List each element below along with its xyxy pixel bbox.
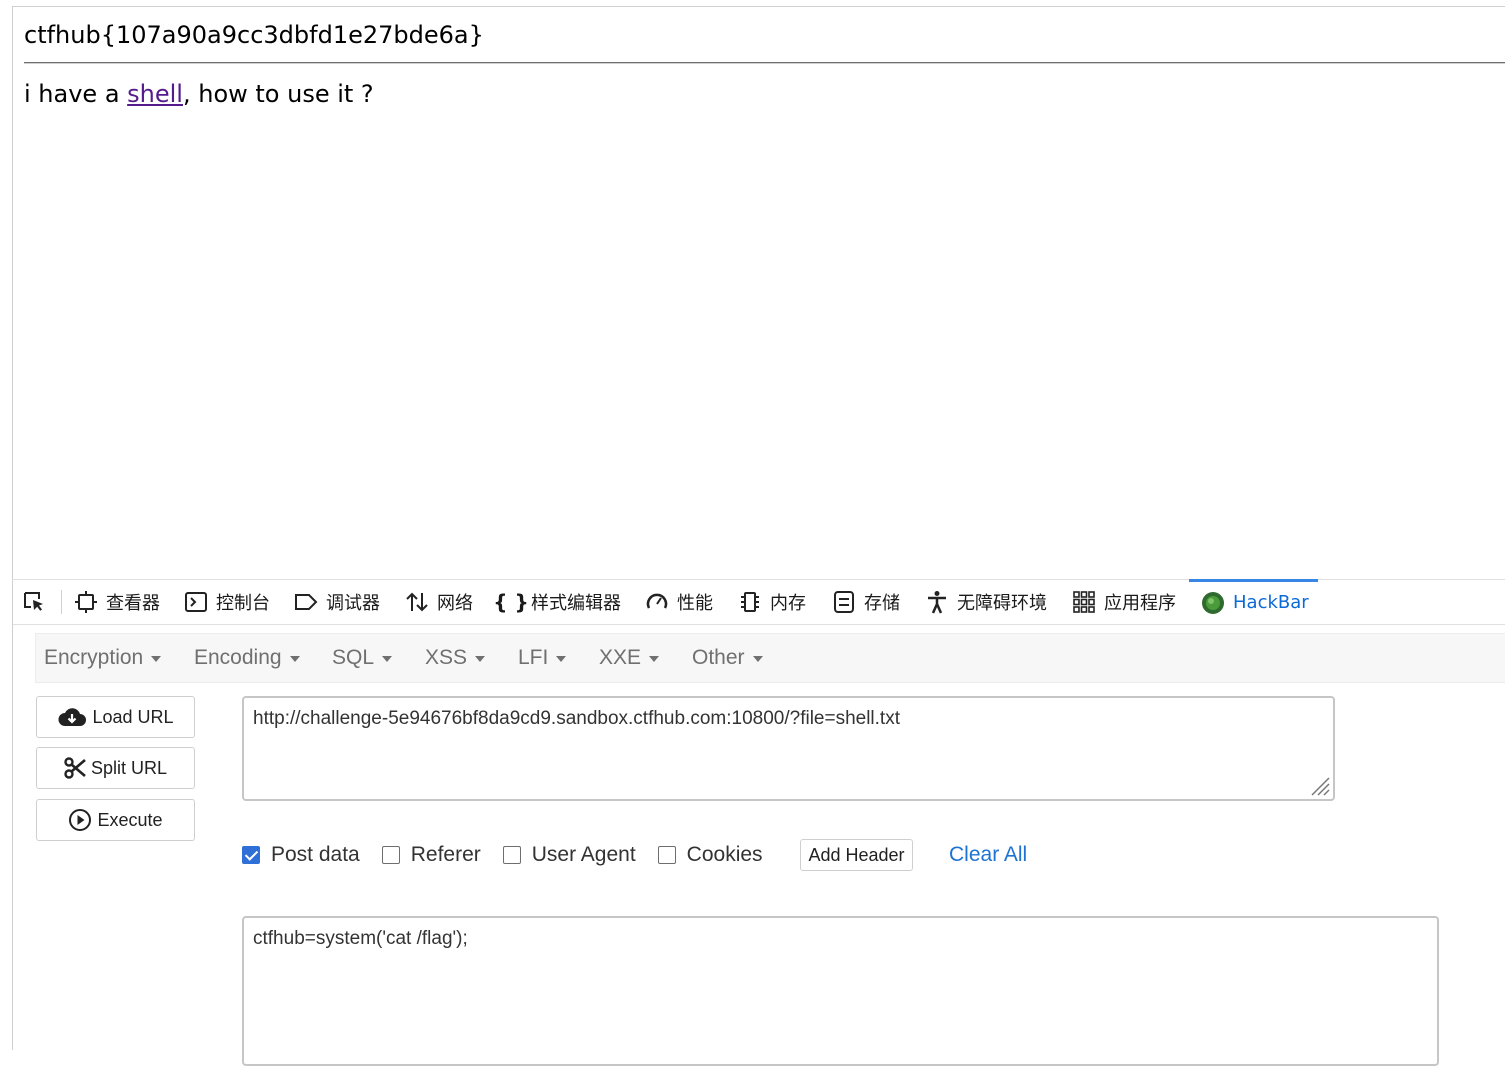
url-value: http://challenge-5e94676bf8da9cd9.sandbo… xyxy=(253,708,900,729)
chevron-down-icon xyxy=(289,656,300,662)
tab-storage[interactable]: 存储 xyxy=(832,580,900,624)
checkbox-label: User Agent xyxy=(531,843,636,866)
menu-encryption[interactable]: Encryption xyxy=(44,634,162,682)
tab-label: 样式编辑器 xyxy=(531,593,621,614)
tab-application[interactable]: 应用程序 xyxy=(1072,580,1176,624)
menu-other[interactable]: Other xyxy=(692,634,763,682)
menu-encoding[interactable]: Encoding xyxy=(194,634,300,682)
button-label: Execute xyxy=(97,809,163,830)
chevron-down-icon xyxy=(556,656,567,662)
chevron-down-icon xyxy=(752,656,763,662)
post-data-checkbox[interactable]: Post data xyxy=(242,843,360,867)
hackbar-menu: Encryption Encoding SQL XSS LFI XXE Othe… xyxy=(35,633,1505,683)
scissors-icon xyxy=(64,757,86,779)
message-before: i have a xyxy=(24,80,128,108)
horizontal-rule xyxy=(24,62,1505,64)
devtools-tabbar: 查看器 控制台 调试器 网络 { } 样式编辑器 性能 内存 存储 无障碍环境 … xyxy=(13,579,1505,625)
checkbox-unchecked[interactable] xyxy=(657,846,676,864)
clear-all-link[interactable]: Clear All xyxy=(949,839,1027,871)
tab-label: 网络 xyxy=(437,593,473,614)
tab-label: 查看器 xyxy=(106,593,160,614)
tab-memory[interactable]: 内存 xyxy=(738,580,806,624)
tab-label: 控制台 xyxy=(216,593,270,614)
button-label: Split URL xyxy=(90,757,168,778)
chevron-down-icon xyxy=(382,656,393,662)
tab-style-editor[interactable]: { } 样式编辑器 xyxy=(493,580,621,624)
tab-label: 应用程序 xyxy=(1104,593,1176,614)
page-content: ctfhub{107a90a9cc3dbfd1e27bde6a} i have … xyxy=(12,6,1505,580)
menu-label: Encryption xyxy=(44,646,144,669)
split-url-button[interactable]: Split URL xyxy=(36,747,195,789)
menu-label: XXE xyxy=(599,646,642,669)
tab-separator xyxy=(61,590,62,614)
message-after: , how to use it ? xyxy=(182,80,374,108)
flag-text: ctfhub{107a90a9cc3dbfd1e27bde6a} xyxy=(24,21,484,49)
tab-network[interactable]: 网络 xyxy=(405,580,473,624)
element-picker-icon xyxy=(22,590,46,614)
url-input[interactable]: http://challenge-5e94676bf8da9cd9.sandbo… xyxy=(242,696,1335,801)
hackbar-icon xyxy=(1201,591,1225,615)
devtools-panel: 查看器 控制台 调试器 网络 { } 样式编辑器 性能 内存 存储 无障碍环境 … xyxy=(12,579,1505,1066)
checkbox-label: Referer xyxy=(410,843,481,866)
play-circle-icon xyxy=(69,809,92,831)
tab-performance[interactable]: 性能 xyxy=(645,580,713,624)
tab-label: 性能 xyxy=(677,593,713,614)
cloud-download-icon xyxy=(58,708,87,726)
debugger-icon xyxy=(294,590,318,614)
tab-label: 存储 xyxy=(864,593,900,614)
checkbox-checked[interactable] xyxy=(242,846,260,864)
tab-accessibility[interactable]: 无障碍环境 xyxy=(925,580,1047,624)
checkbox-label: Cookies xyxy=(686,843,763,866)
tab-inspector[interactable]: 查看器 xyxy=(74,580,160,624)
tab-debugger[interactable]: 调试器 xyxy=(294,580,380,624)
chevron-down-icon xyxy=(475,656,486,662)
network-icon xyxy=(405,590,429,614)
checkbox-unchecked[interactable] xyxy=(381,846,400,864)
checkbox-label: Post data xyxy=(271,843,360,866)
memory-icon xyxy=(738,590,762,614)
tab-label: HackBar xyxy=(1233,592,1309,613)
menu-label: Encoding xyxy=(194,646,282,669)
cookies-checkbox[interactable]: Cookies xyxy=(657,843,763,867)
shell-link[interactable]: shell xyxy=(127,80,183,108)
resize-handle-icon[interactable] xyxy=(1308,774,1330,796)
page-message: i have a shell, how to use it ? xyxy=(24,78,374,110)
tab-label: 内存 xyxy=(770,593,806,614)
user-agent-checkbox[interactable]: User Agent xyxy=(502,843,636,867)
menu-label: LFI xyxy=(518,646,549,669)
tab-console[interactable]: 控制台 xyxy=(184,580,270,624)
accessibility-icon xyxy=(925,590,949,614)
options-row: Post data Referer User Agent Cookies xyxy=(242,839,785,871)
console-icon xyxy=(184,590,208,614)
add-header-button[interactable]: Add Header xyxy=(800,839,913,871)
menu-label: XSS xyxy=(425,646,468,669)
menu-sql[interactable]: SQL xyxy=(332,634,393,682)
tab-label: 调试器 xyxy=(326,593,380,614)
storage-icon xyxy=(832,590,856,614)
post-data-input[interactable]: ctfhub=system('cat /flag'); xyxy=(242,916,1439,1066)
menu-xxe[interactable]: XXE xyxy=(599,634,660,682)
tab-hackbar[interactable]: HackBar xyxy=(1189,579,1318,623)
menu-lfi[interactable]: LFI xyxy=(518,634,567,682)
application-icon xyxy=(1072,590,1096,614)
checkbox-unchecked[interactable] xyxy=(502,846,521,864)
post-data-value: ctfhub=system('cat /flag'); xyxy=(253,928,468,949)
style-editor-icon: { } xyxy=(493,590,529,614)
menu-label: Other xyxy=(692,646,745,669)
execute-button[interactable]: Execute xyxy=(36,799,195,841)
chevron-down-icon xyxy=(151,656,162,662)
chevron-down-icon xyxy=(649,656,660,662)
element-picker-button[interactable] xyxy=(22,580,54,624)
inspector-icon xyxy=(74,590,98,614)
load-url-button[interactable]: Load URL xyxy=(36,696,195,738)
referer-checkbox[interactable]: Referer xyxy=(381,843,481,867)
menu-xss[interactable]: XSS xyxy=(425,634,486,682)
performance-icon xyxy=(645,590,669,614)
tab-label: 无障碍环境 xyxy=(957,593,1047,614)
button-label: Load URL xyxy=(92,706,174,727)
menu-label: SQL xyxy=(332,646,375,669)
